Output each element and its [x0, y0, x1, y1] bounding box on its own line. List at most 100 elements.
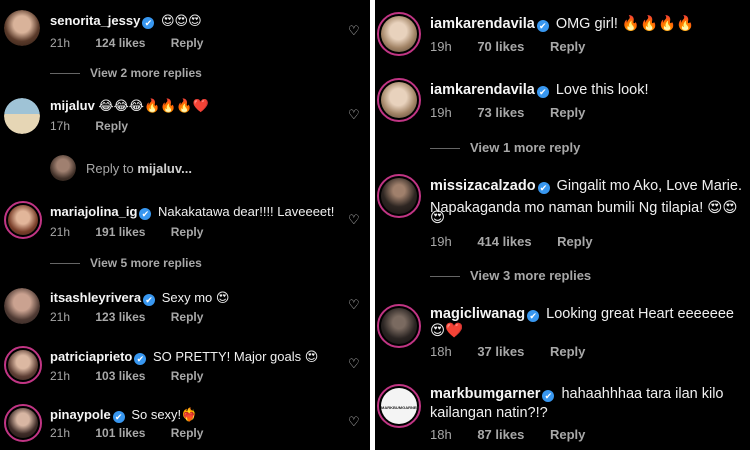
reply-button[interactable]: Reply — [550, 105, 585, 120]
divider-line — [50, 73, 80, 75]
comment-missizacalzado: missizacalzado ✔ Gingalit mo Ako, Love Ma… — [375, 168, 750, 258]
comment-time: 21h — [50, 426, 71, 440]
like-heart-icon[interactable]: ♡ — [348, 212, 360, 228]
comment-text: Sexy mo 😍 — [161, 290, 230, 305]
reply-button[interactable]: Reply — [550, 344, 585, 359]
reply-button[interactable]: Reply — [171, 310, 204, 324]
comment-username[interactable]: mijaluv — [50, 98, 95, 113]
comment-likes[interactable]: 123 likes — [95, 310, 145, 324]
comment-time: 19h — [430, 39, 452, 54]
like-heart-icon[interactable]: ♡ — [348, 356, 360, 372]
comment-likes[interactable]: 73 likes — [477, 105, 524, 120]
comment-likes[interactable]: 124 likes — [95, 36, 145, 50]
comment-likes[interactable]: 191 likes — [95, 225, 145, 239]
comment-iamkarendavila-1: iamkarendavila ✔ OMG girl! 🔥🔥🔥🔥 19h 70 li… — [375, 0, 750, 70]
left-comments-panel: senorita_jessy ✔ 😍😍😍 21h 124 likes Reply … — [0, 0, 370, 450]
view-more-replies-button[interactable]: View 2 more replies — [50, 66, 202, 80]
comment-pinaypole: pinaypole ✔ So sexy!❤️‍🔥 21h 101 likes Re… — [0, 398, 370, 450]
comment-text: So sexy!❤️‍🔥 — [131, 407, 198, 422]
reply-button[interactable]: Reply — [550, 39, 585, 54]
reply-button[interactable]: Reply — [95, 119, 128, 133]
comment-text-line-2: kailangan natin?!? — [430, 405, 548, 421]
comment-text: hahaahhhaa tara ilan kilo — [561, 386, 724, 402]
avatar[interactable] — [377, 78, 421, 122]
avatar[interactable] — [4, 404, 42, 442]
verified-badge-icon: ✔ — [142, 17, 155, 29]
comment-markbumgarner: MARKBUMGARNER markbumgarner ✔ hahaahhhaa … — [375, 378, 750, 450]
verified-badge-icon: ✔ — [134, 353, 147, 365]
verified-badge-icon: ✔ — [139, 208, 152, 220]
comment-text: Love this look! — [555, 82, 649, 98]
verified-badge-icon: ✔ — [112, 411, 125, 423]
reply-button[interactable]: Reply — [171, 225, 204, 239]
comment-text-line-3: 😍 — [430, 210, 446, 226]
comment-text-line-2: Napakaganda mo naman bumili Ng tilapia! … — [430, 200, 738, 216]
divider-line — [430, 276, 460, 278]
comment-likes[interactable]: 414 likes — [477, 234, 531, 249]
comment-likes[interactable]: 103 likes — [95, 369, 145, 383]
reply-to-input[interactable]: Reply to mijaluv... — [86, 161, 192, 176]
comment-time: 17h — [50, 119, 71, 133]
comment-text: OMG girl! 🔥🔥🔥🔥 — [555, 16, 695, 32]
comment-username[interactable]: missizacalzado — [430, 178, 536, 194]
comment-time: 21h — [50, 310, 71, 324]
like-heart-icon[interactable]: ♡ — [348, 107, 360, 123]
comment-username[interactable]: magicliwanag — [430, 306, 525, 322]
view-more-replies-button[interactable]: View 3 more replies — [430, 268, 591, 283]
comment-text: SO PRETTY! Major goals 😍 — [152, 349, 319, 364]
comment-username[interactable]: patriciaprieto — [50, 349, 132, 364]
comment-username[interactable]: pinaypole — [50, 407, 111, 422]
comment-username[interactable]: iamkarendavila — [430, 16, 535, 32]
reply-button[interactable]: Reply — [557, 234, 592, 249]
verified-badge-icon: ✔ — [527, 310, 540, 322]
comment-username[interactable]: itsashleyrivera — [50, 290, 141, 305]
comment-text: Nakakatawa dear!!!! Laveeeet! — [158, 204, 335, 219]
comment-magicliwanag: magicliwanag ✔ Looking great Heart eeeeee… — [375, 298, 750, 368]
like-heart-icon[interactable]: ♡ — [348, 414, 360, 430]
comment-iamkarendavila-2: iamkarendavila ✔ Love this look! 19h 73 l… — [375, 70, 750, 135]
avatar[interactable] — [377, 304, 421, 348]
comment-username[interactable]: mariajolina_ig — [50, 204, 137, 219]
comment-mijaluv: mijaluv 😂😂😂🔥🔥🔥❤️ 17h Reply ♡ — [0, 90, 370, 140]
reply-button[interactable]: Reply — [171, 36, 204, 50]
avatar[interactable] — [4, 10, 40, 46]
reply-button[interactable]: Reply — [171, 369, 204, 383]
comment-text: 😍😍😍 — [160, 13, 202, 28]
verified-badge-icon: ✔ — [143, 294, 156, 306]
comment-username[interactable]: iamkarendavila — [430, 82, 535, 98]
comment-likes[interactable]: 87 likes — [477, 427, 524, 442]
view-more-replies-button[interactable]: View 1 more reply — [430, 140, 580, 155]
verified-badge-icon: ✔ — [536, 20, 549, 32]
view-more-replies-button[interactable]: View 5 more replies — [50, 256, 202, 270]
comment-text: Looking great Heart eeeeeee — [546, 306, 734, 322]
comment-time: 18h — [430, 344, 452, 359]
mb-logo: MARKBUMGARNER — [381, 388, 419, 424]
comment-username[interactable]: senorita_jessy — [50, 13, 140, 28]
avatar[interactable]: MARKBUMGARNER — [377, 384, 421, 428]
comment-time: 21h — [50, 369, 71, 383]
my-avatar — [50, 155, 76, 181]
comment-likes[interactable]: 70 likes — [477, 39, 524, 54]
comment-text: 😂😂😂🔥🔥🔥❤️ — [98, 98, 209, 113]
avatar[interactable] — [377, 12, 421, 56]
like-heart-icon[interactable]: ♡ — [348, 297, 360, 313]
comment-text: Gingalit mo Ako, Love Marie. — [556, 178, 742, 194]
avatar[interactable] — [4, 98, 40, 134]
avatar[interactable] — [4, 288, 40, 324]
reply-button[interactable]: Reply — [550, 427, 585, 442]
comment-senorita-jessy: senorita_jessy ✔ 😍😍😍 21h 124 likes Reply … — [0, 0, 370, 60]
like-heart-icon[interactable]: ♡ — [348, 23, 360, 39]
reply-button[interactable]: Reply — [171, 426, 204, 440]
comment-itsashleyrivera: itsashleyrivera ✔ Sexy mo 😍 21h 123 likes… — [0, 280, 370, 335]
avatar[interactable] — [377, 174, 421, 218]
avatar[interactable] — [4, 346, 42, 384]
divider-line — [50, 263, 80, 265]
avatar[interactable] — [4, 201, 42, 239]
comment-username[interactable]: markbumgarner — [430, 386, 540, 402]
comment-likes[interactable]: 37 likes — [477, 344, 524, 359]
verified-badge-icon: ✔ — [542, 390, 555, 402]
comment-patriciaprieto: patriciaprieto ✔ SO PRETTY! Major goals 😍… — [0, 340, 370, 395]
comment-time: 19h — [430, 105, 452, 120]
divider-line — [430, 148, 460, 150]
comment-likes[interactable]: 101 likes — [95, 426, 145, 440]
